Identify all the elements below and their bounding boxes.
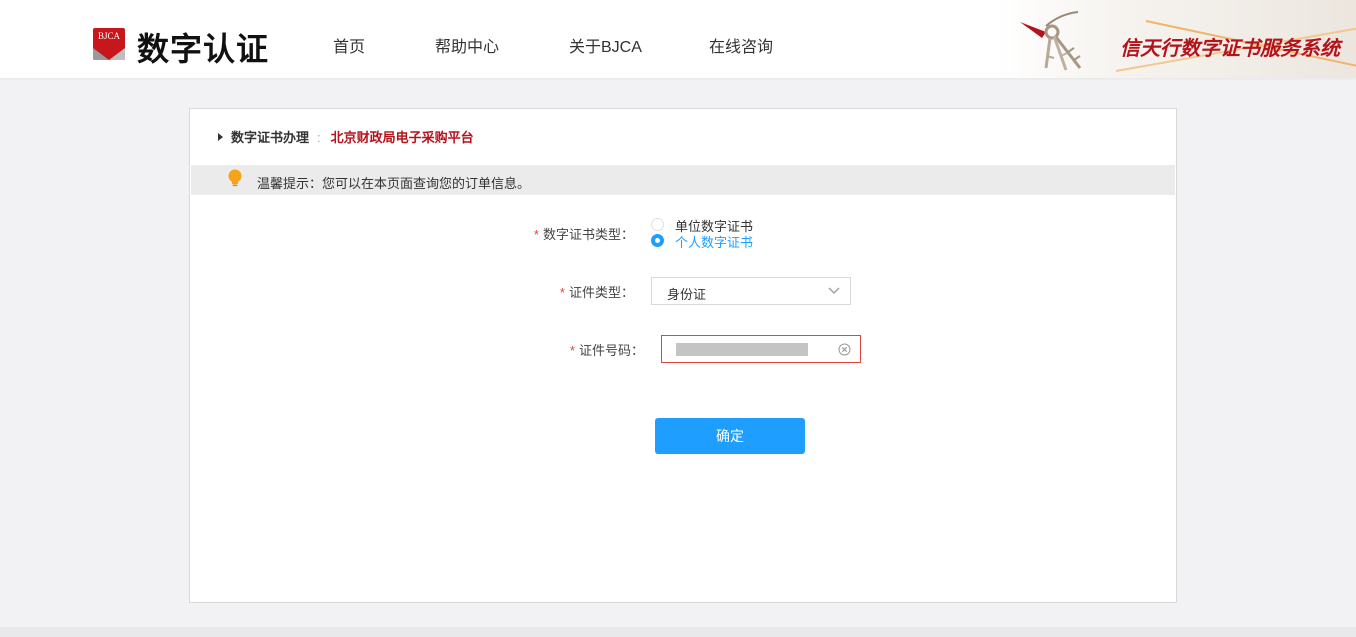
nav-item-consult[interactable]: 在线咨询: [709, 33, 773, 57]
tip-text: 温馨提示：您可以在本页面查询您的订单信息。: [257, 176, 531, 191]
redacted-id-value: [676, 343, 808, 356]
main-panel: 数字证书办理: 北京财政局电子采购平台 温馨提示：您可以在本页面查询您的订单信息。…: [189, 108, 1177, 603]
nav-item-home[interactable]: 首页: [333, 33, 365, 57]
bjca-logo[interactable]: BJCA: [93, 28, 125, 60]
cert-type-label: * 数字证书类型：: [530, 224, 634, 243]
breadcrumb-separator: :: [317, 130, 321, 145]
required-mark: *: [533, 227, 539, 242]
keys-icon: [1020, 11, 1082, 71]
logo-text: BJCA: [97, 31, 120, 41]
breadcrumb-main: 数字证书办理: [231, 130, 310, 145]
breadcrumb: 数字证书办理: 北京财政局电子采购平台: [218, 127, 474, 146]
logo-fold: [93, 48, 125, 60]
radio-org-cert[interactable]: 单位数字证书: [651, 216, 791, 234]
brand-name[interactable]: 数字认证: [137, 24, 269, 70]
tip-bar: 温馨提示：您可以在本页面查询您的订单信息。: [191, 165, 1175, 195]
header-banner: 信天行数字证书服务系统: [996, 0, 1356, 78]
clear-input-icon[interactable]: [838, 343, 851, 356]
id-number-label-text: 证件号码：: [578, 343, 644, 358]
radio-personal-cert-label: 个人数字证书: [675, 235, 754, 250]
cert-type-label-text: 数字证书类型：: [542, 227, 634, 242]
footer-strip: [0, 627, 1356, 637]
confirm-button[interactable]: 确定: [655, 418, 805, 454]
lightbulb-icon: [228, 169, 242, 187]
required-mark: *: [569, 343, 575, 358]
required-mark: *: [559, 285, 565, 300]
id-type-label-text: 证件类型：: [568, 285, 634, 300]
radio-checked-icon[interactable]: [651, 234, 664, 247]
top-header: BJCA 数字认证 首页 帮助中心 关于BJCA 在线咨询 信天行数字证书服务系…: [0, 0, 1356, 78]
id-type-selected: 身份证: [667, 287, 707, 302]
breadcrumb-platform: 北京财政局电子采购平台: [330, 130, 474, 145]
radio-personal-cert[interactable]: 个人数字证书: [651, 232, 791, 250]
id-type-select[interactable]: 身份证: [651, 277, 851, 305]
nav-item-about[interactable]: 关于BJCA: [569, 33, 642, 57]
nav-item-help-center[interactable]: 帮助中心: [435, 33, 499, 57]
id-type-label: * 证件类型：: [550, 282, 634, 301]
id-number-input[interactable]: [661, 335, 861, 363]
triangle-right-icon: [218, 133, 223, 141]
system-title: 信天行数字证书服务系统: [1120, 38, 1340, 60]
chevron-down-icon: [828, 287, 840, 294]
id-number-label: * 证件号码：: [560, 340, 644, 359]
radio-unchecked-icon[interactable]: [651, 218, 664, 231]
